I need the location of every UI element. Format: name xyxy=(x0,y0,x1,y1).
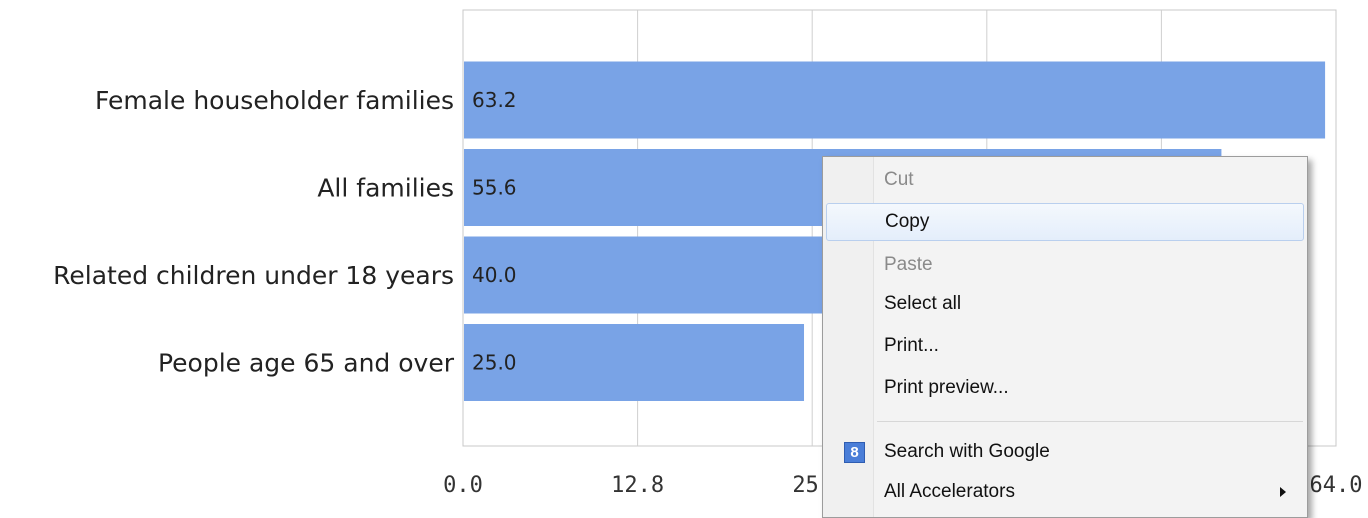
menu-item-paste[interactable]: Paste xyxy=(826,246,1304,284)
bar-value-label: 25.0 xyxy=(472,351,517,375)
submenu-arrow-icon xyxy=(1280,487,1286,497)
context-menu: Cut Copy Paste Select all Print... Print… xyxy=(822,156,1308,518)
menu-item-print[interactable]: Print... xyxy=(826,327,1304,365)
menu-item-cut[interactable]: Cut xyxy=(826,161,1304,199)
menu-item-copy[interactable]: Copy xyxy=(826,203,1304,241)
bar-value-label: 40.0 xyxy=(472,263,517,287)
menu-item-label: All Accelerators xyxy=(884,481,1015,502)
x-tick-label: 64.0 xyxy=(1310,473,1363,498)
category-label: All families xyxy=(317,174,454,203)
category-label: People age 65 and over xyxy=(158,349,455,378)
menu-item-label: Print... xyxy=(884,335,939,356)
menu-item-all-accelerators[interactable]: All Accelerators xyxy=(826,473,1304,511)
bar xyxy=(464,61,1326,139)
menu-item-label: Copy xyxy=(885,211,930,232)
x-tick-label: 12.8 xyxy=(611,473,664,498)
menu-item-label: Select all xyxy=(884,293,962,314)
menu-separator xyxy=(877,421,1303,422)
menu-item-print-preview[interactable]: Print preview... xyxy=(826,369,1304,407)
x-tick-label: 0.0 xyxy=(443,473,483,498)
menu-item-select-all[interactable]: Select all xyxy=(826,285,1304,323)
google-icon: 8 xyxy=(844,442,865,463)
menu-item-label: Search with Google xyxy=(884,441,1050,462)
bar-value-label: 55.6 xyxy=(472,176,517,200)
menu-item-label: Print preview... xyxy=(884,377,1009,398)
menu-item-label: Cut xyxy=(884,169,914,190)
category-label: Female householder families xyxy=(95,86,454,115)
menu-item-label: Paste xyxy=(884,254,933,275)
menu-item-search-with-google[interactable]: 8 Search with Google xyxy=(826,433,1304,471)
bar-value-label: 63.2 xyxy=(472,88,517,112)
category-label: Related children under 18 years xyxy=(53,261,454,290)
